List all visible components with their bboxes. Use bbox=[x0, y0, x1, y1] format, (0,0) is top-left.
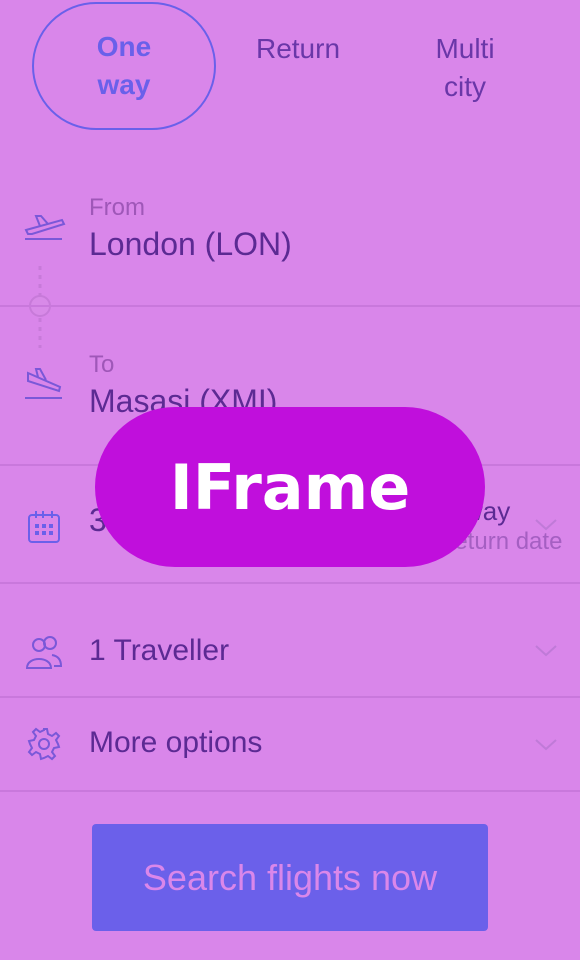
from-label: From bbox=[89, 194, 145, 221]
more-options-label: More options bbox=[89, 726, 263, 759]
trip-type-tabs: One way Return Multi city bbox=[0, 0, 580, 140]
divider bbox=[0, 790, 580, 792]
from-field[interactable]: From London (LON) bbox=[0, 160, 580, 306]
more-options-field[interactable]: More options bbox=[0, 698, 580, 790]
plane-takeoff-icon bbox=[24, 215, 66, 240]
to-label: To bbox=[89, 351, 115, 378]
travellers-icon bbox=[25, 636, 63, 669]
tab-multi-line2: city bbox=[444, 71, 486, 102]
tab-multi-city[interactable]: Multi city bbox=[405, 30, 525, 106]
search-flights-label: Search flights now bbox=[142, 856, 438, 898]
tab-one-way-line1: One bbox=[96, 31, 152, 62]
chevron-down-icon bbox=[535, 645, 557, 657]
chevron-down-icon bbox=[535, 739, 557, 751]
gear-icon bbox=[27, 727, 61, 761]
tab-one-way[interactable]: One way bbox=[32, 2, 216, 130]
iframe-overlay-label: IFrame bbox=[169, 450, 411, 524]
plane-landing-icon bbox=[25, 368, 62, 399]
iframe-overlay-badge: IFrame bbox=[95, 407, 485, 567]
chevron-down-icon bbox=[535, 519, 557, 531]
travellers-value: 1 Traveller bbox=[89, 634, 230, 667]
tab-multi-line1: Multi bbox=[435, 33, 495, 64]
search-flights-button[interactable]: Search flights now bbox=[92, 824, 488, 931]
tab-return-label: Return bbox=[255, 33, 341, 64]
calendar-icon bbox=[28, 511, 60, 543]
from-value: London (LON) bbox=[89, 226, 292, 262]
travellers-field[interactable]: 1 Traveller bbox=[0, 584, 580, 696]
tab-one-way-line2: way bbox=[97, 69, 151, 100]
tab-return[interactable]: Return bbox=[238, 30, 358, 68]
